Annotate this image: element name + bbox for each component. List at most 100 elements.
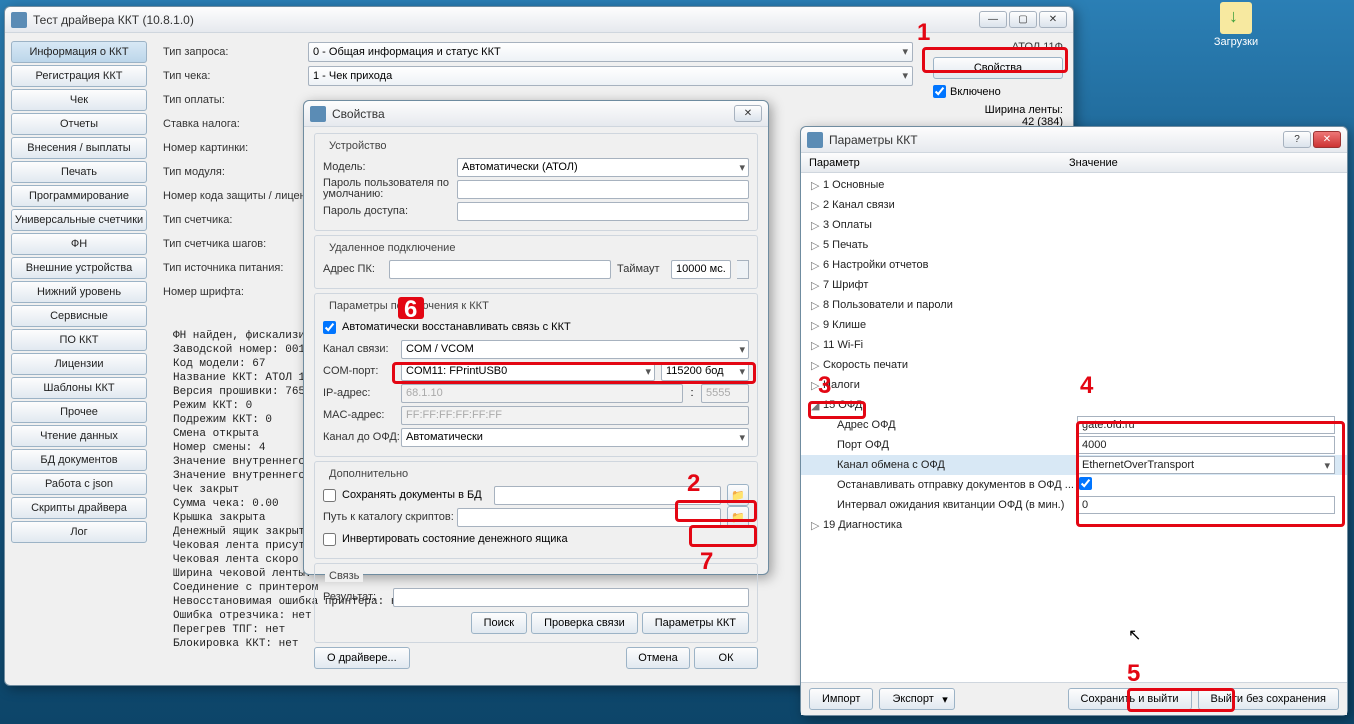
inp-timeout[interactable]: 10000 мс. — [671, 260, 731, 279]
nav-external[interactable]: Внешние устройства — [11, 257, 147, 279]
export-button[interactable]: Экспорт▾ — [879, 688, 954, 710]
nav-fn[interactable]: ФН — [11, 233, 147, 255]
params-tree[interactable]: ▷1 Основные ▷2 Канал связи ▷3 Оплаты ▷5 … — [801, 173, 1347, 683]
props-close-button[interactable]: ✕ — [734, 105, 762, 122]
nav-docs-db[interactable]: БД документов — [11, 449, 147, 471]
nav-info[interactable]: Информация о ККТ — [11, 41, 147, 63]
nav-scripts[interactable]: Скрипты драйвера — [11, 497, 147, 519]
exit-nosave-button[interactable]: Выйти без сохранения — [1198, 688, 1340, 710]
nav-service[interactable]: Сервисные — [11, 305, 147, 327]
nav-programming[interactable]: Программирование — [11, 185, 147, 207]
node-1[interactable]: ▷1 Основные — [801, 175, 1347, 195]
sel-receipt-type[interactable]: 1 - Чек прихода — [308, 66, 913, 86]
minimize-button[interactable]: — — [979, 11, 1007, 28]
nav-counters[interactable]: Универсальные счетчики — [11, 209, 147, 231]
node-9[interactable]: ▷9 Клише — [801, 315, 1347, 335]
inp-ofd-port[interactable]: 4000 — [1077, 436, 1335, 454]
node-ofd-port[interactable]: Порт ОФД4000 — [801, 435, 1347, 455]
node-ofd-interval[interactable]: Интервал ожидания квитанции ОФД (в мин.)… — [801, 495, 1347, 515]
nav-json[interactable]: Работа с json — [11, 473, 147, 495]
inp-ofd-addr[interactable]: gate.ofd.ru — [1077, 416, 1335, 434]
maximize-button[interactable]: ▢ — [1009, 11, 1037, 28]
node-7[interactable]: ▷7 Шрифт — [801, 275, 1347, 295]
inp-pwd-access[interactable] — [457, 202, 749, 221]
lbl-ip: IP-адрес: — [323, 387, 395, 399]
chk-invert-drawer[interactable] — [323, 533, 336, 546]
ok-button[interactable]: ОК — [694, 647, 758, 669]
node-3[interactable]: ▷3 Оплаты — [801, 215, 1347, 235]
search-button[interactable]: Поиск — [471, 612, 527, 634]
nav-print[interactable]: Печать — [11, 161, 147, 183]
nav-licenses[interactable]: Лицензии — [11, 353, 147, 375]
nav-lowlevel[interactable]: Нижний уровень — [11, 281, 147, 303]
sel-request-type[interactable]: 0 - Общая информация и статус ККТ — [308, 42, 913, 62]
node-5[interactable]: ▷5 Печать — [801, 235, 1347, 255]
nav-check[interactable]: Чек — [11, 89, 147, 111]
nav-templates[interactable]: Шаблоны ККТ — [11, 377, 147, 399]
inp-savedocs-path[interactable] — [494, 486, 721, 505]
node-19[interactable]: ▷19 Диагностика — [801, 515, 1347, 535]
node-11[interactable]: ▷11 Wi-Fi — [801, 335, 1347, 355]
node-2[interactable]: ▷2 Канал связи — [801, 195, 1347, 215]
nav-deposits[interactable]: Внесения / выплаты — [11, 137, 147, 159]
node-taxes[interactable]: ▷Налоги — [801, 375, 1347, 395]
lbl-font-num: Номер шрифта: — [163, 286, 308, 298]
params-help-button[interactable]: ? — [1283, 131, 1311, 148]
kkt-params-button[interactable]: Параметры ККТ — [642, 612, 749, 634]
params-window: Параметры ККТ ? ✕ Параметр Значение ▷1 О… — [800, 126, 1348, 716]
node-ofd-stop[interactable]: Останавливать отправку документов в ОФД … — [801, 475, 1347, 495]
lbl-power-type: Тип источника питания: — [163, 262, 308, 274]
nav-readdata[interactable]: Чтение данных — [11, 425, 147, 447]
chk-ofd-stop[interactable] — [1079, 477, 1092, 490]
timeout-spinner[interactable] — [737, 260, 749, 279]
enabled-checkbox[interactable] — [933, 85, 946, 98]
about-button[interactable]: О драйвере... — [314, 647, 410, 669]
nav-other[interactable]: Прочее — [11, 401, 147, 423]
nav-reports[interactable]: Отчеты — [11, 113, 147, 135]
sidebar: Информация о ККТ Регистрация ККТ Чек Отч… — [5, 33, 153, 685]
close-button[interactable]: ✕ — [1039, 11, 1067, 28]
sel-ofd-exchange[interactable]: EthernetOverTransport — [1077, 456, 1335, 474]
browse-scripts-button[interactable]: 📁 — [727, 506, 749, 528]
sel-ofd-channel[interactable]: Автоматически — [401, 428, 749, 447]
node-speed[interactable]: ▷Скорость печати — [801, 355, 1347, 375]
node-15-ofd[interactable]: ◢15 ОФД — [801, 395, 1347, 415]
cancel-button[interactable]: Отмена — [626, 647, 690, 669]
import-button[interactable]: Импорт — [809, 688, 873, 710]
desktop-downloads-icon[interactable]: Загрузки — [1206, 2, 1266, 48]
sel-baud[interactable]: 115200 бод — [661, 362, 749, 381]
params-close-button[interactable]: ✕ — [1313, 131, 1341, 148]
props-titlebar[interactable]: Свойства ✕ — [304, 101, 768, 127]
desktop-downloads-label: Загрузки — [1206, 36, 1266, 48]
browse-db-button[interactable]: 📁 — [727, 484, 749, 506]
lbl-receipt-type: Тип чека: — [163, 70, 308, 82]
props-icon — [310, 106, 326, 122]
group-conn: Параметры подключения к ККТ — [325, 300, 493, 312]
nav-registration[interactable]: Регистрация ККТ — [11, 65, 147, 87]
params-title: Параметры ККТ — [829, 133, 918, 147]
save-exit-button[interactable]: Сохранить и выйти — [1068, 688, 1192, 710]
lbl-pwd-access: Пароль доступа: — [323, 205, 451, 217]
chk-autorestore[interactable] — [323, 321, 336, 334]
node-ofd-channel[interactable]: Канал обмена с ОФДEthernetOverTransport — [801, 455, 1347, 475]
inp-pc-addr[interactable] — [389, 260, 611, 279]
sel-comport[interactable]: COM11: FPrintUSB0 — [401, 362, 655, 381]
sel-model[interactable]: Автоматически (АТОЛ) — [457, 158, 749, 177]
properties-button[interactable]: Свойства — [933, 57, 1063, 79]
sel-channel[interactable]: COM / VCOM — [401, 340, 749, 359]
main-titlebar[interactable]: Тест драйвера ККТ (10.8.1.0) — ▢ ✕ — [5, 7, 1073, 33]
nav-software[interactable]: ПО ККТ — [11, 329, 147, 351]
lbl-picture-num: Номер картинки: — [163, 142, 308, 154]
nav-log[interactable]: Лог — [11, 521, 147, 543]
inp-ofd-interval[interactable]: 0 — [1077, 496, 1335, 514]
lbl-result: Результат: — [323, 591, 387, 603]
checklink-button[interactable]: Проверка связи — [531, 612, 638, 634]
node-6[interactable]: ▷6 Настройки отчетов — [801, 255, 1347, 275]
node-ofd-addr[interactable]: Адрес ОФДgate.ofd.ru — [801, 415, 1347, 435]
lbl-module-type: Тип модуля: — [163, 166, 308, 178]
inp-pwd-user[interactable] — [457, 180, 749, 199]
inp-scripts-path[interactable] — [457, 508, 721, 527]
node-8[interactable]: ▷8 Пользователи и пароли — [801, 295, 1347, 315]
chk-savedocs[interactable] — [323, 489, 336, 502]
params-titlebar[interactable]: Параметры ККТ ? ✕ — [801, 127, 1347, 153]
